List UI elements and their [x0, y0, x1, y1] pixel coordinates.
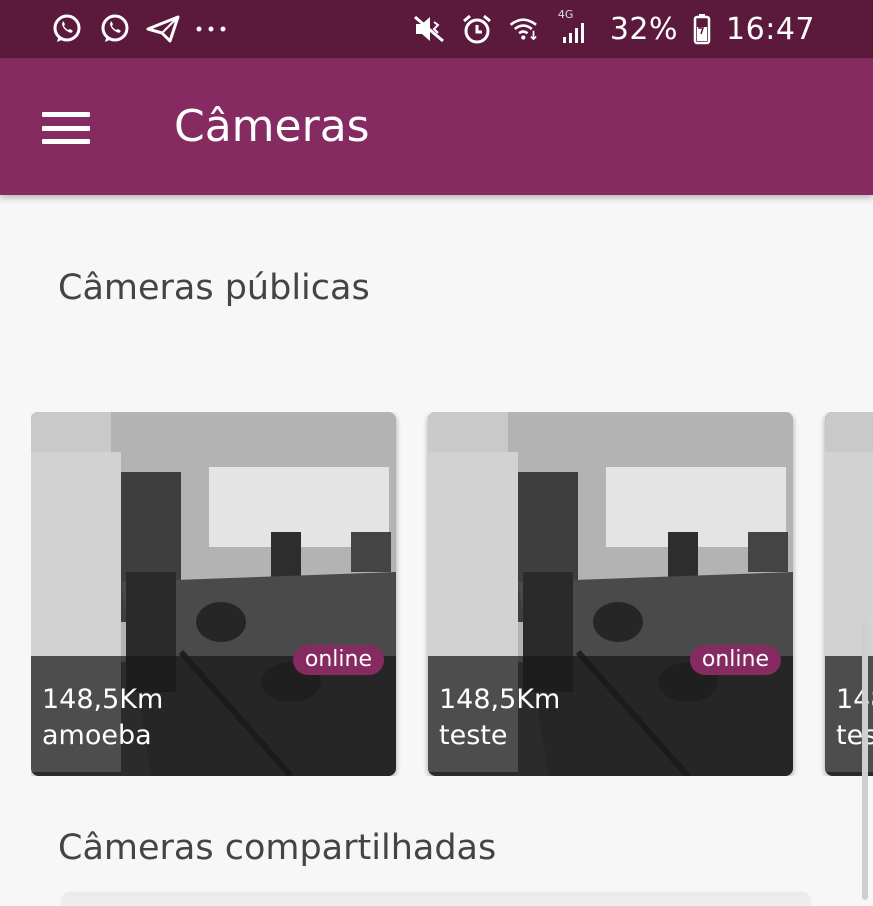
status-bar: 4G 32% 16:47: [0, 0, 873, 58]
battery-icon: [692, 12, 712, 46]
alarm-icon: [460, 12, 494, 46]
section-title-public-cameras: Câmeras públicas: [58, 268, 370, 308]
camera-card[interactable]: online 148,5Km amoeba: [31, 412, 396, 776]
send-icon: [146, 12, 180, 46]
camera-distance: 148,5Km: [439, 684, 561, 715]
camera-distance: 148,5Km: [42, 684, 164, 715]
status-badge: online: [292, 645, 384, 675]
mute-icon: [412, 12, 446, 46]
notification-icons: [50, 12, 228, 46]
scrollbar[interactable]: [862, 620, 868, 900]
camera-card[interactable]: online 148,5Km teste: [428, 412, 793, 776]
wifi-icon: [508, 12, 542, 46]
menu-icon[interactable]: [40, 108, 92, 148]
whatsapp-icon: [98, 12, 132, 46]
camera-name: amoeba: [42, 720, 152, 751]
network-type: 4G: [557, 8, 574, 21]
page-title: Câmeras: [174, 101, 370, 152]
battery-percentage: 32%: [609, 11, 679, 47]
clock: 16:47: [726, 11, 815, 47]
public-cameras-carousel[interactable]: online 148,5Km amoeba online 148,5Km tes…: [31, 412, 873, 776]
whatsapp-icon: [50, 12, 84, 46]
more-icon: [194, 12, 228, 46]
section-title-shared-cameras: Câmeras compartilhadas: [58, 828, 497, 868]
signal-icon: 4G: [556, 8, 596, 46]
system-icons: 4G 32% 16:47: [412, 8, 815, 47]
app-bar: [0, 58, 873, 195]
status-badge: online: [689, 645, 781, 675]
shared-camera-card[interactable]: [62, 894, 810, 906]
camera-name: teste: [439, 720, 508, 751]
